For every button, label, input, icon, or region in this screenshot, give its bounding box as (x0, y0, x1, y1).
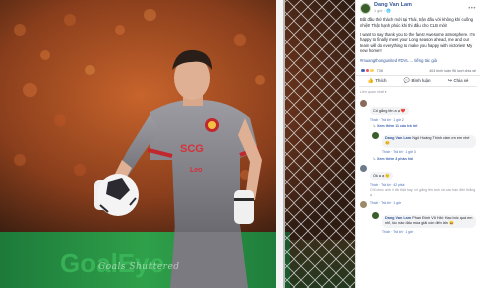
goalkeeper-photo: GoalEye SCG Leo Goals Shuttered (0, 0, 355, 288)
wow-reaction-icon (369, 67, 375, 74)
like-label: Thích (375, 78, 387, 84)
author-avatar[interactable] (360, 3, 371, 14)
comment-bubble: Ok a ạ 🙂 (370, 172, 393, 181)
comment-author[interactable]: Dang Van Lam (385, 136, 411, 140)
comment-item: Thích · Trả lời · 1 giờ (356, 199, 480, 209)
post-body: Bắt đầu thử thách mới tại Thái, trận đấu… (356, 16, 480, 63)
post-stats: 73K 404 bình luận 96 lượt chia sẻ (356, 67, 480, 76)
comment-sort-dropdown[interactable]: Liên quan nhất ▾ (356, 87, 480, 96)
comment-reacts: 2 (401, 117, 404, 122)
comment-bubble: Dang Van Lam Ngô Hoàng Thịnh cảm ơn em n… (382, 134, 476, 148)
photo-illustration: GoalEye SCG Leo (0, 0, 355, 288)
commenter-avatar[interactable] (360, 164, 367, 172)
comment-button[interactable]: 💬 Bình luận (404, 78, 431, 84)
comment-actions[interactable]: Thích · Trả lời · 1 giờ (370, 201, 476, 206)
comment-reply-item: Dang Van Lam Ngô Hoàng Thịnh cảm ơn em n… (356, 130, 480, 155)
comment-item: Ok a ạ 🙂 Thích · Trả lời · 42 phút (356, 163, 480, 188)
comments-list: Cố gắng lên a ạ ❤️ Thích · Trả lời · 1 g… (356, 98, 480, 235)
commenter-avatar[interactable] (372, 132, 379, 140)
more-options-icon[interactable]: ••• (468, 6, 476, 12)
photo-watermark: Goals Shuttered (98, 262, 180, 272)
post-meta: 1 giờ · 🌐 (374, 8, 391, 13)
comment-actions[interactable]: Thích · Trả lời · 42 phút (370, 183, 476, 188)
reaction-icons[interactable] (360, 67, 375, 74)
svg-text:SCG: SCG (180, 143, 204, 155)
comment-bubble: Cố gắng lên a ạ ❤️ (370, 107, 409, 116)
post-actions: 👍 Thích 💬 Bình luận ↪ Chia sẻ (359, 76, 477, 87)
facebook-post-panel: Dang Van Lam 1 giờ · 🌐 ••• Bắt đầu thử t… (355, 0, 480, 288)
comment-actions[interactable]: Thích · Trả lời · 1 giờ 3 (382, 150, 476, 155)
post-header: Dang Van Lam 1 giờ · 🌐 ••• (356, 0, 480, 16)
commenter-avatar[interactable] (360, 201, 367, 209)
comment-reacts: 3 (413, 150, 416, 155)
view-replies-link[interactable]: ↳ Xem thêm 3 phản hồi (356, 157, 480, 161)
svg-text:Leo: Leo (190, 167, 202, 174)
thumbs-up-icon: 👍 (367, 77, 374, 84)
share-icon: ↪ (447, 77, 452, 84)
comment-text-plain: Chỉ chúc anh lì đá thật hay, cố gắng lên… (370, 188, 476, 197)
view-replies-link[interactable]: ↳ Xem thêm 11 câu trả lời (356, 124, 480, 128)
comment-label: Bình luận (411, 78, 431, 84)
post-text-vi: Bắt đầu thử thách mới tại Thái, trận đấu… (360, 17, 473, 28)
comment-actions[interactable]: Thích · Trả lời · 1 giờ (382, 230, 476, 235)
goal-net (285, 0, 355, 288)
post-hashtags[interactable]: #muangthongunited #DVL ... tiếng tác giả (360, 58, 476, 64)
comment-text: Ok a ạ 🙂 (373, 173, 390, 178)
comment-icon: 💬 (403, 77, 410, 84)
share-label: Chia sẻ (453, 78, 469, 84)
post-text-en: I want to say thank you to the fans! Awe… (360, 31, 476, 54)
comments-shares-count[interactable]: 404 bình luận 96 lượt chia sẻ (429, 69, 476, 73)
commenter-avatar[interactable] (372, 212, 379, 220)
commenter-avatar[interactable] (360, 99, 367, 107)
share-button[interactable]: ↪ Chia sẻ (448, 78, 469, 84)
comment-author[interactable]: Dang Van Lam (385, 216, 411, 220)
comment-actions[interactable]: Thích · Trả lời · 1 giờ 2 (370, 118, 476, 123)
comment-bubble: Dang Van Lam Phan Đình Vũ Hải: Hạc bốc q… (382, 214, 476, 228)
comment-item: Cố gắng lên a ạ ❤️ Thích · Trả lời · 1 g… (356, 98, 480, 123)
reactions-count[interactable]: 73K (377, 69, 384, 73)
comment-reply-item: Dang Van Lam Phan Đình Vũ Hải: Hạc bốc q… (356, 210, 480, 235)
like-button[interactable]: 👍 Thích (368, 78, 387, 84)
comment-text: Cố gắng lên a ạ ❤️ (373, 108, 406, 113)
